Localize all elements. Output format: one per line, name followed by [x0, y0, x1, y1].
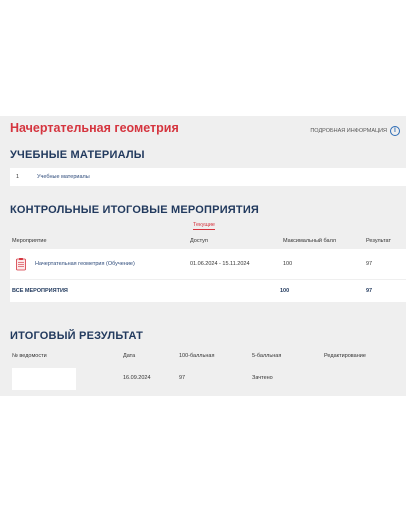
col-header-score5: 5-балльная — [252, 353, 282, 359]
final-result-title: ИТОГОВЫЙ РЕЗУЛЬТАТ — [10, 330, 144, 342]
table-row: Начертательная геометрия (Обучение) 01.0… — [10, 249, 406, 279]
final-score100: 97 — [179, 375, 186, 381]
page-title: Начертательная геометрия — [10, 121, 179, 135]
col-header-event: Мероприятие — [12, 238, 47, 244]
details-link[interactable]: ПОДРОБНАЯ ИНФОРМАЦИЯ i — [310, 126, 400, 136]
event-max-score: 100 — [283, 261, 293, 267]
materials-title: УЧЕБНЫЕ МАТЕРИАЛЫ — [10, 149, 145, 161]
event-result: 97 — [366, 261, 373, 267]
events-title: КОНТРОЛЬНЫЕ ИТОГОВЫЕ МЕРОПРИЯТИЯ — [10, 204, 260, 216]
material-link[interactable]: Учебные материалы — [37, 174, 90, 180]
col-header-edit: Редактирование — [324, 353, 366, 359]
final-score5: Зачтено — [252, 375, 273, 381]
events-total-max-score: 100 — [280, 288, 290, 294]
info-icon: i — [390, 126, 400, 136]
event-access: 01.06.2024 - 15.11.2024 — [190, 261, 250, 267]
details-link-label: ПОДРОБНАЯ ИНФОРМАЦИЯ — [310, 128, 387, 134]
events-total-label: ВСЕ МЕРОПРИЯТИЯ — [12, 288, 68, 294]
material-number: 1 — [16, 174, 20, 180]
tab-current[interactable]: Текущие — [193, 222, 215, 230]
materials-list-item[interactable]: 1 Учебные материалы — [10, 168, 406, 186]
final-date: 16.09.2024 — [123, 375, 151, 381]
events-total-result: 97 — [366, 288, 373, 294]
events-total-row: ВСЕ МЕРОПРИЯТИЯ 100 97 — [10, 280, 406, 302]
sheet-number-field — [12, 368, 76, 390]
col-header-result: Результат — [366, 238, 392, 244]
col-header-access: Доступ — [190, 238, 208, 244]
col-header-score100: 100-балльная — [179, 353, 215, 359]
col-header-max-score: Максимальный балл — [283, 238, 336, 244]
col-header-date: Дата — [123, 353, 136, 359]
event-link[interactable]: Начертательная геометрия (Обучение) — [35, 261, 135, 267]
col-header-sheet: № ведомости — [12, 353, 47, 359]
clipboard-icon — [16, 258, 26, 271]
